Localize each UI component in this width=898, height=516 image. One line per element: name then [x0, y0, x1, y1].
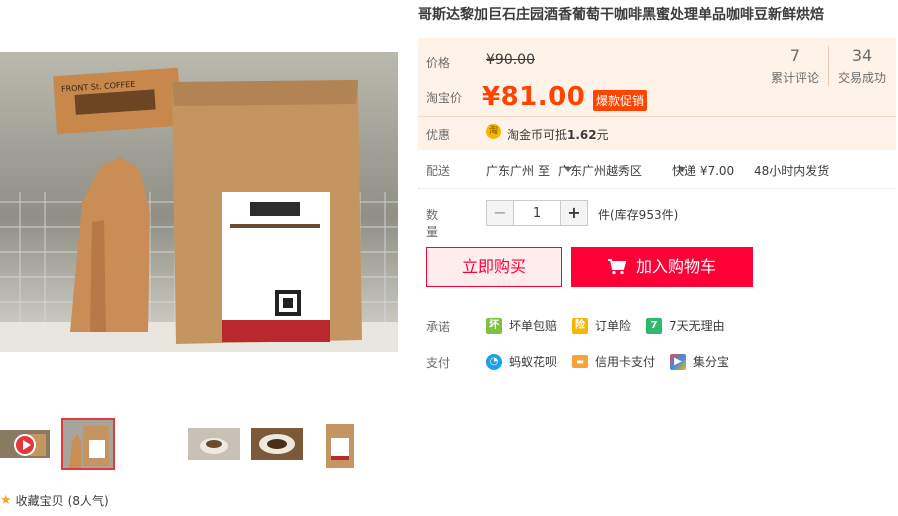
- thumbnail-coffee-cup[interactable]: [188, 428, 240, 460]
- price-panel: 价格 ¥90.00 淘宝价 ¥81.00 爆款促销 7 累计评论 34 交易成功…: [418, 38, 896, 150]
- ship-from: 广东广州: [486, 164, 535, 178]
- favorite-button[interactable]: ★ 收藏宝贝 (8人气): [0, 492, 109, 509]
- broken-return-icon: 坏: [486, 317, 502, 334]
- main-product-image[interactable]: FRONT St. COFFEE: [0, 52, 398, 352]
- buy-now-button[interactable]: 立即购买: [426, 247, 562, 287]
- shipping-method-text: 快递 ¥7.00: [672, 164, 735, 178]
- payment-item-huabei[interactable]: ◔ 蚂蚁花呗: [486, 353, 557, 370]
- payment-label: 支付: [426, 356, 451, 370]
- credit-card-icon: ▬: [572, 355, 588, 368]
- cart-icon: [607, 259, 626, 275]
- favorite-label: 收藏宝贝: [15, 494, 64, 508]
- comments-stat[interactable]: 7 累计评论: [768, 46, 822, 86]
- thumbnail-main-selected[interactable]: [61, 418, 115, 470]
- promise-item-insurance[interactable]: 险 订单险: [572, 317, 631, 334]
- payment-item-label: 集分宝: [693, 355, 730, 369]
- stat-divider: [828, 46, 829, 86]
- deals-count: 34: [851, 46, 873, 65]
- payment-item-credit-card[interactable]: ▬ 信用卡支付: [572, 353, 655, 370]
- comments-label: 累计评论: [770, 71, 819, 85]
- discount-prefix: 淘金币可抵: [507, 128, 568, 142]
- video-thumbnail[interactable]: [0, 430, 50, 458]
- original-price-label: 价格: [426, 56, 451, 70]
- thumbnail-coffee-bag[interactable]: [320, 420, 360, 470]
- order-insurance-icon: 险: [572, 317, 588, 334]
- comments-count: 7: [789, 46, 801, 65]
- stock-text: 件(库存953件): [598, 208, 679, 222]
- ship-to-word: 至: [538, 164, 551, 178]
- promise-item-seven-day[interactable]: 7 7天无理由: [646, 317, 725, 334]
- product-title: 哥斯达黎加巨石庄园酒香葡萄干咖啡黑蜜处理单品咖啡豆新鲜烘焙: [418, 7, 824, 23]
- taojinbi-icon: 淘: [486, 124, 501, 139]
- shipping-label: 配送: [426, 164, 451, 178]
- destination-text: 广东广州越秀区: [558, 164, 643, 178]
- shipping-method-selector[interactable]: 快递 ¥7.00: [672, 162, 734, 178]
- discount-unit: 元: [596, 128, 609, 142]
- price-divider: [418, 116, 896, 117]
- promise-item-label: 坏单包赔: [509, 319, 558, 333]
- seven-day-return-icon: 7: [646, 317, 662, 334]
- jifenbao-icon: ▶: [670, 353, 686, 370]
- destination-selector[interactable]: 广东广州越秀区: [558, 162, 642, 178]
- star-icon: ★: [0, 493, 12, 508]
- add-to-cart-label: 加入购物车: [635, 257, 716, 276]
- deals-stat: 34 交易成功: [835, 46, 889, 86]
- original-price: ¥90.00: [486, 52, 535, 68]
- taobao-price: ¥81.00: [482, 82, 586, 112]
- discount-text: 淘金币可抵1.62元: [507, 126, 609, 143]
- promo-badge: 爆款促销: [593, 90, 648, 111]
- thumbnail-coffee-beans[interactable]: [251, 428, 303, 460]
- payment-item-label: 蚂蚁花呗: [509, 355, 558, 369]
- promise-item-broken[interactable]: 坏 坏单包赔: [486, 317, 557, 334]
- discount-amount: 1.62: [567, 128, 597, 142]
- dispatch-time: 48小时内发货: [754, 164, 830, 178]
- quantity-stepper: − +: [486, 200, 588, 226]
- payment-item-label: 信用卡支付: [595, 355, 656, 369]
- section-divider: [418, 188, 896, 189]
- deals-label: 交易成功: [837, 71, 886, 85]
- promise-label: 承诺: [426, 320, 451, 334]
- thumbnail-strip: [0, 418, 398, 472]
- quantity-increase-button[interactable]: +: [561, 201, 587, 225]
- discount-label: 优惠: [426, 128, 451, 142]
- taobao-price-label: 淘宝价: [426, 91, 463, 105]
- quantity-label: 数量: [426, 208, 439, 239]
- promise-item-label: 订单险: [595, 319, 632, 333]
- quantity-input[interactable]: [513, 201, 561, 225]
- favorite-popularity: (8人气): [67, 494, 109, 508]
- huabei-icon: ◔: [486, 353, 502, 370]
- quantity-decrease-button[interactable]: −: [487, 201, 513, 225]
- play-icon[interactable]: [14, 434, 36, 456]
- payment-item-jifenbao[interactable]: ▶ 集分宝: [670, 353, 729, 370]
- promise-item-label: 7天无理由: [669, 319, 725, 333]
- add-to-cart-button[interactable]: 加入购物车: [571, 247, 753, 287]
